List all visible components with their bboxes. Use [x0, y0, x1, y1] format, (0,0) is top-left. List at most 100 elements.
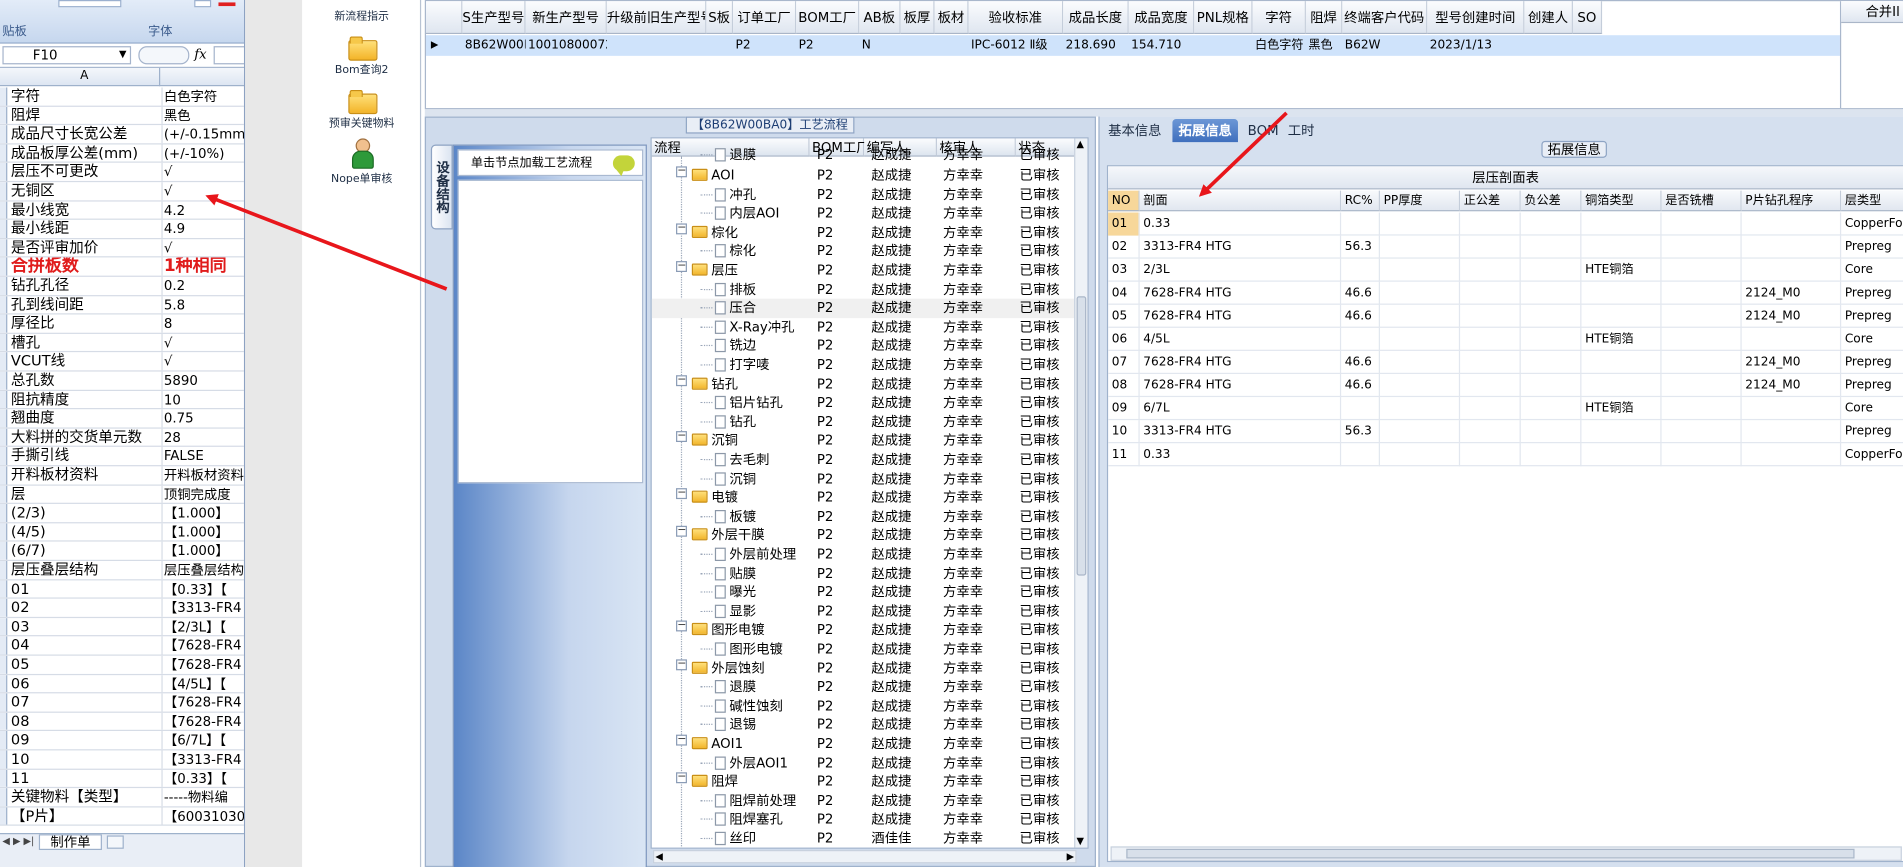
row-number-cell[interactable]: [0, 409, 8, 428]
cell-a[interactable]: 钻孔孔径: [11, 277, 158, 295]
cell-b[interactable]: 5.8: [161, 295, 244, 314]
row-number-cell[interactable]: [0, 295, 8, 314]
stack-cell[interactable]: 7628-FR4 HTG: [1140, 374, 1342, 398]
stack-cell[interactable]: [1521, 374, 1582, 398]
cell-a[interactable]: 开料板材资料: [11, 466, 158, 484]
stack-cell[interactable]: 2124_M0: [1742, 374, 1842, 398]
chevron-down-icon[interactable]: ▼: [119, 49, 126, 60]
cell-b[interactable]: 【4/5L】【: [161, 674, 244, 693]
row-number-cell[interactable]: [0, 447, 8, 466]
process-node[interactable]: − 电镀 P2 赵成捷 方幸幸 已审核: [652, 488, 1077, 507]
row-number-cell[interactable]: [0, 163, 8, 181]
stack-cell[interactable]: [1742, 443, 1842, 467]
cell-b[interactable]: 0.75: [161, 409, 244, 428]
cell-a[interactable]: 06: [11, 675, 158, 693]
cell-b[interactable]: 【1.000】: [161, 504, 244, 522]
grid-header-cell[interactable]: 订单工厂: [733, 1, 797, 35]
row-number-cell[interactable]: [0, 333, 8, 352]
cell-a[interactable]: 字符: [11, 87, 158, 105]
grid-cell[interactable]: B62W: [1342, 35, 1427, 56]
sheet-row[interactable]: 11 【0.33】【: [0, 769, 244, 789]
cell-b[interactable]: FALSE: [161, 447, 244, 466]
cell-b[interactable]: √: [161, 163, 244, 181]
grid-cell[interactable]: 白色字符: [1253, 35, 1306, 56]
cell-a[interactable]: 08: [11, 713, 158, 731]
stack-row[interactable]: 11 0.33 CopperFoil: [1108, 443, 1903, 467]
stack-cell[interactable]: [1380, 304, 1461, 328]
grid-header-cell[interactable]: 板厚: [900, 1, 935, 35]
process-node[interactable]: − 钻孔 P2 赵成捷 方幸幸 已审核: [652, 374, 1077, 394]
stack-cell[interactable]: [1521, 281, 1582, 305]
font-size-box[interactable]: [58, 0, 122, 8]
stack-cell[interactable]: 2124_M0: [1742, 350, 1842, 375]
stack-cell[interactable]: [1742, 420, 1842, 444]
stack-cell[interactable]: [1662, 420, 1742, 444]
stack-row[interactable]: 10 3313-FR4 HTG 56.3 Prepreg: [1108, 420, 1903, 444]
scroll-right-icon[interactable]: ▶: [1067, 851, 1074, 862]
stack-cell[interactable]: [1742, 397, 1842, 421]
stack-cell[interactable]: 7628-FR4 HTG: [1140, 350, 1342, 375]
cell-a[interactable]: 槽孔: [11, 334, 158, 352]
cell-a[interactable]: 手撕引线: [11, 447, 158, 465]
grid-header-cell[interactable]: S板: [706, 1, 734, 35]
sheet-row[interactable]: 关键物料【类型】 -----物料编: [0, 788, 244, 808]
tree-vertical-scrollbar[interactable]: ▲ ▼: [1074, 138, 1088, 848]
node-list[interactable]: [457, 179, 644, 484]
process-node[interactable]: 显影 P2 赵成捷 方幸幸 已审核: [652, 602, 1077, 621]
grid-header-cell[interactable]: 板材: [934, 1, 969, 35]
row-number-cell[interactable]: [0, 598, 8, 617]
sheet-row[interactable]: 01 【0.33】【: [0, 579, 244, 599]
sheet-nav-arrows[interactable]: ◀ ▶ ▶|: [2, 835, 34, 846]
cell-b[interactable]: 【1.000】: [161, 523, 244, 541]
cell-b[interactable]: 开料板材资料: [161, 466, 244, 485]
stack-cell[interactable]: 56.3: [1341, 420, 1380, 444]
stack-cell[interactable]: [1521, 235, 1582, 259]
stack-cell[interactable]: [1581, 350, 1662, 375]
row-number-cell[interactable]: [0, 352, 8, 371]
stack-cell[interactable]: [1341, 212, 1380, 236]
process-node[interactable]: 退膜 P2 赵成捷 方幸幸 已审核: [652, 146, 1077, 165]
stack-cell[interactable]: [1521, 304, 1582, 328]
cell-b[interactable]: 【1.000】: [161, 542, 244, 560]
cell-a[interactable]: 翘曲度: [11, 409, 158, 427]
stack-cell[interactable]: [1460, 327, 1521, 351]
cell-a[interactable]: 03: [11, 618, 158, 636]
process-node[interactable]: − 图形电镀 P2 赵成捷 方幸幸 已审核: [652, 620, 1077, 640]
stack-cell[interactable]: 6/7L: [1140, 397, 1342, 421]
cell-b[interactable]: 0.2: [161, 276, 244, 295]
stack-cell[interactable]: HTE铜箔: [1581, 327, 1662, 351]
sheet-row[interactable]: 翘曲度 0.75: [0, 409, 244, 429]
row-number-cell[interactable]: [0, 788, 8, 807]
tab-bom[interactable]: BOM: [1242, 119, 1285, 142]
stack-cell[interactable]: 06: [1108, 327, 1140, 351]
stack-cell[interactable]: [1380, 420, 1461, 444]
grid-cell[interactable]: IPC-6012 Ⅱ级: [969, 35, 1064, 56]
sheet-row[interactable]: 最小线距 4.9: [0, 220, 244, 239]
stack-cell[interactable]: 4/5L: [1140, 327, 1342, 351]
stack-cell[interactable]: [1460, 212, 1521, 236]
grid-cell[interactable]: N: [859, 35, 900, 56]
stack-cell[interactable]: [1380, 281, 1461, 305]
process-node[interactable]: − 外层蚀刻 P2 赵成捷 方幸幸 已审核: [652, 658, 1077, 678]
sheet-row[interactable]: 层压叠层结构 层压叠层结构: [0, 561, 244, 580]
cell-a[interactable]: 关键物料【类型】: [11, 788, 158, 806]
stack-cell[interactable]: [1662, 212, 1742, 236]
cell-a[interactable]: 09: [11, 731, 158, 749]
tab-work-hours[interactable]: 工时: [1282, 119, 1321, 142]
stack-cell[interactable]: 05: [1108, 304, 1140, 328]
collapse-icon[interactable]: −: [676, 658, 687, 670]
stack-cell[interactable]: 2124_M0: [1742, 304, 1842, 328]
row-number-cell[interactable]: [0, 87, 8, 106]
cell-a[interactable]: 最小线距: [11, 220, 158, 238]
sheet-row[interactable]: 槽孔 √: [0, 333, 244, 353]
grid-header-cell[interactable]: PNL规格: [1194, 1, 1253, 35]
row-number-cell[interactable]: [0, 731, 8, 750]
grid-header-cell[interactable]: BOM工厂: [796, 1, 860, 35]
stack-column-header[interactable]: 剖面: [1139, 190, 1342, 212]
formula-input[interactable]: [213, 46, 244, 65]
stack-cell[interactable]: 56.3: [1341, 235, 1380, 259]
sheet-row[interactable]: 04 【7628-FR4: [0, 636, 244, 656]
sheet-row[interactable]: 10 【3313-FR4: [0, 750, 244, 770]
cell-a[interactable]: 是否评审加价: [11, 239, 158, 257]
stack-cell[interactable]: 10: [1108, 420, 1140, 444]
